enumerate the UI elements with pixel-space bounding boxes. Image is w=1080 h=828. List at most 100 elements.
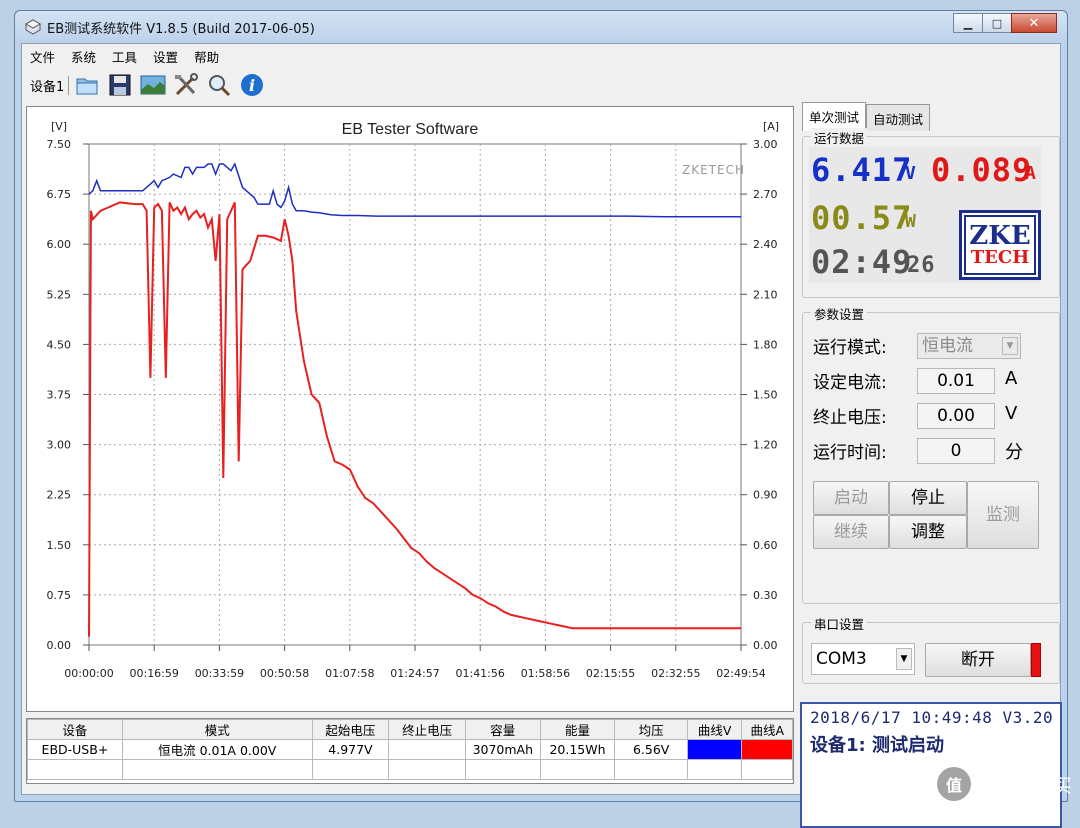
monitor-button[interactable]: 监测 [967, 481, 1039, 549]
menu-file[interactable]: 文件 [22, 44, 63, 66]
current-readout: 0.089 [931, 151, 1033, 189]
right-y-tick-label: 1.20 [753, 439, 778, 452]
maximize-button[interactable]: □ [982, 13, 1012, 33]
cutoff-voltage-input[interactable]: 0.00 [917, 403, 995, 429]
runtime-unit: 分 [1005, 442, 1023, 463]
app-icon [25, 19, 41, 35]
col-end-voltage[interactable]: 终止电压 [388, 719, 466, 740]
window-title: EB测试系统软件 V1.8.5 (Build 2017-06-05) [47, 22, 315, 37]
search-icon[interactable] [204, 71, 234, 99]
current-setting-unit: A [1005, 368, 1018, 389]
current-unit: A [1025, 163, 1037, 184]
cell-start-voltage: 4.977V [311, 739, 390, 760]
params-group: 参数设置 运行模式: 恒电流 ▼ 设定电流: 0.01 A 终止电压: 0.00… [802, 304, 1060, 604]
info-icon-glyph: i [249, 76, 255, 95]
x-tick-label: 02:15:55 [586, 667, 635, 680]
zketech-logo: ZKE TECH [959, 210, 1041, 280]
x-tick-label: 02:32:55 [651, 667, 700, 680]
right-y-tick-label: 2.70 [753, 188, 778, 201]
left-y-tick-label: 2.25 [47, 489, 72, 502]
left-y-tick-label: 6.00 [47, 238, 72, 251]
info-icon[interactable]: i [237, 71, 267, 99]
voltage-unit: V [905, 163, 917, 184]
col-mode[interactable]: 模式 [121, 719, 313, 740]
tab-single-test[interactable]: 单次测试 [802, 102, 867, 131]
chart-title: EB Tester Software [342, 121, 479, 138]
menu-settings[interactable]: 设置 [145, 44, 186, 66]
menu-help[interactable]: 帮助 [186, 44, 227, 66]
device-selector[interactable]: 设备1 [26, 75, 70, 95]
col-energy[interactable]: 能量 [539, 719, 616, 740]
com-port-value: COM3 [816, 649, 867, 669]
x-tick-label: 00:16:59 [129, 667, 178, 680]
runtime-input[interactable]: 0 [917, 438, 995, 464]
right-y-tick-label: 0.90 [753, 489, 778, 502]
toolbar: 设备1 i [22, 68, 1060, 102]
cutoff-label: 终止电压: [813, 408, 887, 428]
right-y-tick-label: 2.10 [753, 288, 778, 301]
params-title: 参数设置 [811, 304, 868, 323]
col-start-voltage[interactable]: 起始电压 [311, 719, 390, 740]
results-table-panel: 设备 模式 起始电压 终止电压 容量 能量 均压 曲线V 曲线A EBD-USB… [26, 718, 794, 784]
x-tick-label: 00:33:59 [195, 667, 244, 680]
curve-a-color-swatch[interactable] [741, 739, 793, 760]
menu-system[interactable]: 系统 [63, 44, 104, 66]
current-label: 设定电流: [813, 373, 887, 393]
col-device[interactable]: 设备 [27, 719, 123, 740]
table-row-empty [27, 759, 793, 780]
disconnect-button[interactable]: 断开 [925, 643, 1031, 677]
table-row[interactable]: EBD-USB+ 恒电流 0.01A 0.00V 4.977V 3070mAh … [27, 739, 793, 760]
title-bar[interactable]: EB测试系统软件 V1.8.5 (Build 2017-06-05) ▁ □ ✕ [15, 11, 1067, 43]
right-y-tick-label: 0.60 [753, 539, 778, 552]
right-axis-unit: [A] [763, 120, 779, 133]
status-log: 2018/6/17 10:49:48 V3.20 设备1: 测试启动 [800, 702, 1062, 828]
chevron-down-icon[interactable]: ▼ [896, 648, 912, 670]
client-area: 文件 系统 工具 设置 帮助 设备1 i 7.50 3.00 6.75 2.70… [21, 43, 1062, 828]
elapsed-seconds-readout: 26 [907, 253, 936, 278]
right-y-tick-label: 3.00 [753, 138, 778, 151]
curve-v-color-swatch[interactable] [686, 739, 743, 760]
start-button[interactable]: 启动 [813, 481, 889, 515]
chart-image-icon[interactable] [138, 71, 168, 99]
left-y-tick-label: 3.00 [47, 439, 72, 452]
x-tick-label: 01:07:58 [325, 667, 374, 680]
voltage-readout: 6.417 [811, 151, 913, 189]
mode-select[interactable]: 恒电流 ▼ [917, 333, 1021, 359]
site-watermark: 值 什么值得买 [936, 767, 1072, 801]
save-icon[interactable] [105, 71, 135, 99]
right-y-tick-label: 0.00 [753, 639, 778, 652]
tools-icon[interactable] [171, 71, 201, 99]
col-avg-voltage[interactable]: 均压 [614, 719, 688, 740]
left-y-tick-label: 5.25 [47, 288, 72, 301]
close-button[interactable]: ✕ [1011, 13, 1057, 33]
serial-group: 串口设置 COM3 ▼ 断开 [802, 614, 1060, 684]
right-y-tick-label: 2.40 [753, 238, 778, 251]
run-data-title: 运行数据 [811, 128, 868, 147]
adjust-button[interactable]: 调整 [889, 515, 967, 549]
current-input[interactable]: 0.01 [917, 368, 995, 394]
folder-open-icon[interactable] [72, 71, 102, 99]
tab-auto-test[interactable]: 自动测试 [866, 104, 931, 131]
cell-avg-voltage: 6.56V [614, 739, 688, 760]
com-port-select[interactable]: COM3 ▼ [811, 643, 915, 675]
menu-tools[interactable]: 工具 [104, 44, 145, 66]
cell-end-voltage [388, 739, 466, 760]
right-y-tick-label: 1.80 [753, 338, 778, 351]
minimize-button[interactable]: ▁ [953, 13, 983, 33]
logo-text-top: ZKE [969, 221, 1031, 251]
left-y-tick-label: 0.00 [47, 639, 72, 652]
col-curve-v[interactable]: 曲线V [686, 719, 743, 740]
cell-capacity: 3070mAh [464, 739, 541, 760]
col-capacity[interactable]: 容量 [464, 719, 541, 740]
x-tick-label: 01:24:57 [390, 667, 439, 680]
col-curve-a[interactable]: 曲线A [741, 719, 793, 740]
mode-select-value: 恒电流 [922, 336, 973, 356]
x-tick-label: 02:49:54 [716, 667, 765, 680]
left-y-tick-label: 7.50 [47, 138, 72, 151]
elapsed-time-readout: 02:49 [811, 243, 913, 281]
right-y-tick-label: 0.30 [753, 589, 778, 602]
chart-panel: 7.50 3.00 6.75 2.70 6.00 2.40 5.25 2.10 4.50 1.80… [26, 106, 794, 712]
chevron-down-icon[interactable]: ▼ [1002, 337, 1018, 355]
resume-button[interactable]: 继续 [813, 515, 889, 549]
stop-button[interactable]: 停止 [889, 481, 967, 515]
